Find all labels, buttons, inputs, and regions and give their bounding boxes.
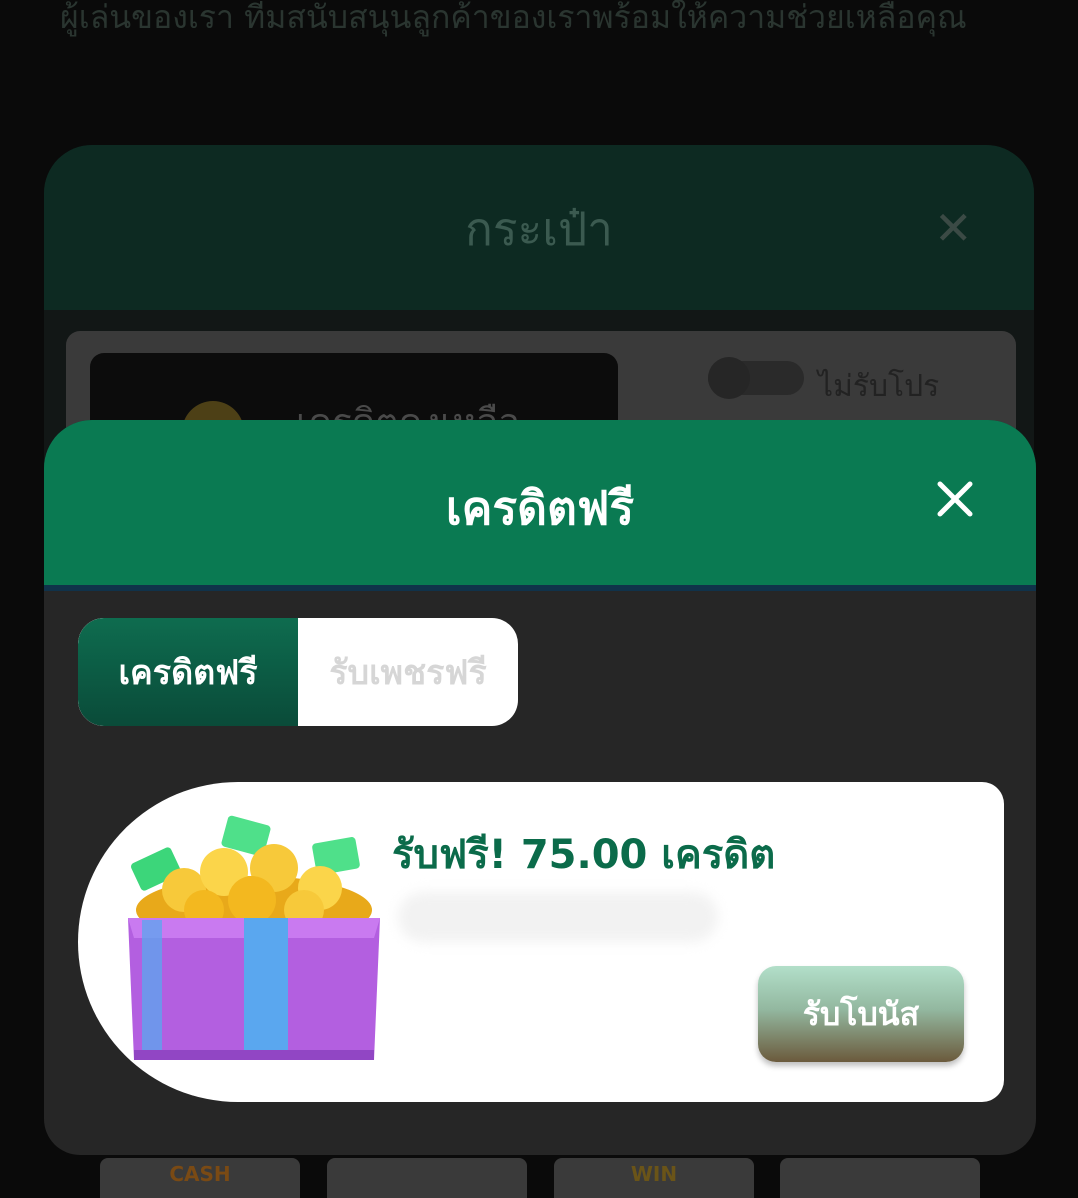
claim-bonus-button[interactable]: รับโบนัส	[758, 966, 964, 1062]
tab-free-diamonds[interactable]: รับเพชรฟรี	[298, 618, 518, 726]
bonus-card: รับฟรี! 75.00 เครดิต รับโบนัส	[78, 782, 1004, 1102]
tab-free-credit[interactable]: เครดิตฟรี	[78, 618, 298, 726]
bonus-subtext-placeholder	[398, 892, 718, 942]
wallet-title: กระเป๋า	[464, 202, 614, 256]
modal-header: เครดิตฟรี	[44, 420, 1036, 591]
game-tile[interactable]: CASH	[100, 1158, 300, 1198]
no-promo-toggle[interactable]	[708, 357, 804, 399]
gift-box-icon	[128, 815, 380, 1060]
free-credit-modal: เครดิตฟรี เครดิตฟรี รับเพชรฟรี รับฟรี! 7…	[44, 420, 1036, 1155]
toggle-knob	[708, 357, 750, 399]
game-tile[interactable]	[327, 1158, 527, 1198]
no-promo-label: ไม่รับโปร	[818, 369, 940, 404]
game-tiles: CASH WIN	[0, 1158, 1078, 1198]
close-icon[interactable]: ✕	[934, 205, 973, 251]
close-icon[interactable]	[932, 476, 978, 522]
game-tile[interactable]: WIN	[554, 1158, 754, 1198]
wallet-header: กระเป๋า ✕	[44, 145, 1034, 310]
background-top-text: ผู้เล่นของเรา ทีมสนับสนุนลูกค้าของเราพร้…	[60, 0, 967, 36]
modal-title: เครดิตฟรี	[445, 481, 635, 535]
bonus-amount-text: รับฟรี! 75.00 เครดิต	[392, 832, 776, 878]
tab-bar: เครดิตฟรี รับเพชรฟรี	[78, 618, 518, 726]
game-tile[interactable]	[780, 1158, 980, 1198]
